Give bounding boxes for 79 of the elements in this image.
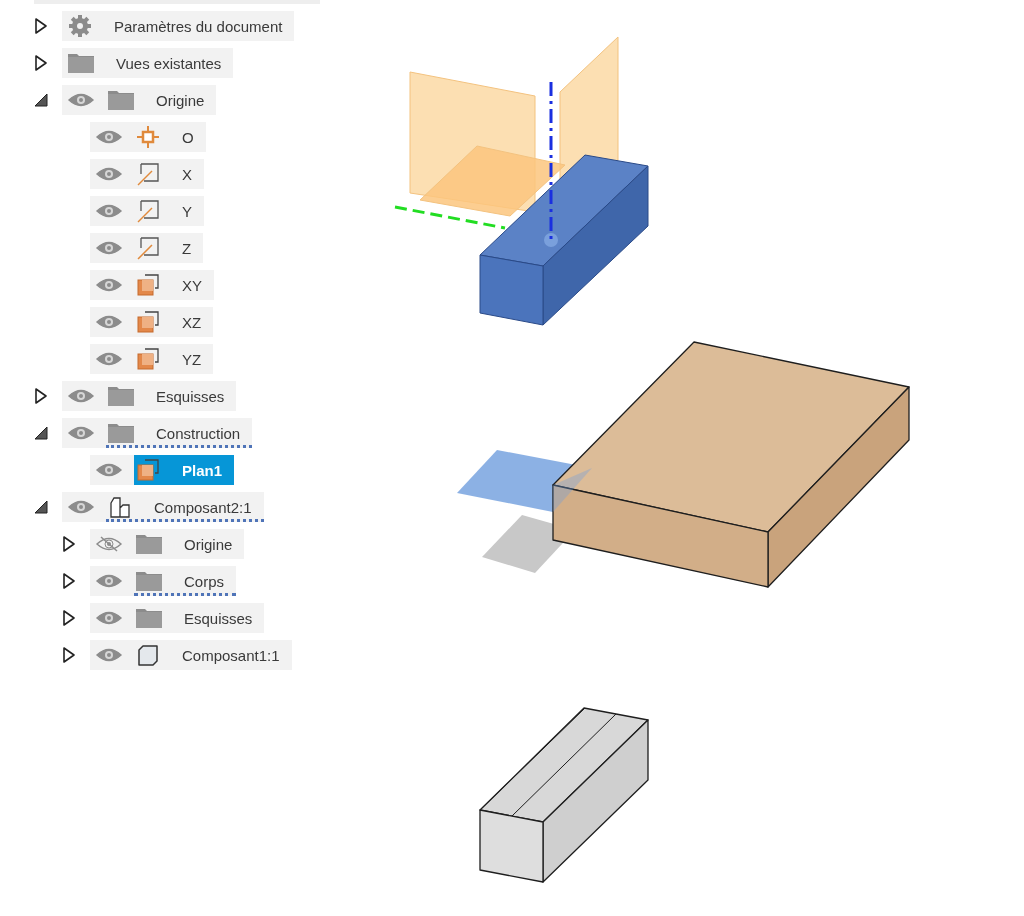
- item-label: Z: [182, 239, 192, 257]
- expand-arrow-icon[interactable]: [62, 609, 76, 627]
- box-icon: [136, 643, 160, 667]
- item-label: Composant2:1: [154, 498, 252, 516]
- tree-item[interactable]: Composant1:1: [90, 640, 292, 670]
- tree-item[interactable]: YZ: [90, 344, 214, 374]
- item-label: Origine: [156, 91, 205, 109]
- collapse-arrow-icon[interactable]: [33, 499, 49, 515]
- tree-item[interactable]: Z: [90, 233, 204, 263]
- item-label: Construction: [156, 424, 241, 442]
- item-label: Composant1:1: [182, 646, 280, 664]
- item-label: O: [182, 128, 194, 146]
- tree-item[interactable]: XY: [90, 270, 214, 300]
- item-label: YZ: [182, 350, 202, 368]
- gear-icon: [68, 14, 92, 38]
- item-label: XZ: [182, 313, 202, 331]
- eye-icon[interactable]: [68, 92, 94, 108]
- tree-item[interactable]: XZ: [90, 307, 214, 337]
- eye-crossed-icon[interactable]: [96, 536, 122, 552]
- expand-arrow-icon[interactable]: [34, 54, 48, 72]
- axis-icon: [136, 199, 160, 223]
- eye-icon[interactable]: [68, 388, 94, 404]
- tree-item[interactable]: O: [90, 122, 206, 152]
- eye-icon[interactable]: [96, 166, 122, 182]
- eye-icon[interactable]: [68, 499, 94, 515]
- eye-icon[interactable]: [96, 129, 122, 145]
- folder-icon: [68, 53, 94, 73]
- tree-item[interactable]: X: [90, 159, 204, 189]
- tree-item[interactable]: Origine: [90, 529, 245, 559]
- tree-item[interactable]: Composant2:1: [62, 492, 264, 522]
- item-label: Origine: [184, 535, 233, 553]
- tree-item[interactable]: Corps: [90, 566, 236, 596]
- expand-arrow-icon[interactable]: [34, 17, 48, 35]
- item-label: X: [182, 165, 192, 183]
- tree-item[interactable]: Vues existantes: [62, 48, 234, 78]
- item-label: Vues existantes: [116, 54, 222, 72]
- item-label: Esquisses: [184, 609, 253, 627]
- item-label: XY: [182, 276, 202, 294]
- folder-icon: [136, 534, 162, 554]
- eye-icon[interactable]: [96, 647, 122, 663]
- plane-icon: [136, 273, 160, 297]
- eye-icon[interactable]: [96, 277, 122, 293]
- eye-icon[interactable]: [96, 351, 122, 367]
- eye-icon[interactable]: [68, 425, 94, 441]
- collapse-arrow-icon[interactable]: [33, 92, 49, 108]
- item-label: Y: [182, 202, 192, 220]
- expand-arrow-icon[interactable]: [62, 646, 76, 664]
- tree-item[interactable]: Esquisses: [62, 381, 237, 411]
- expand-arrow-icon[interactable]: [62, 535, 76, 553]
- eye-icon[interactable]: [96, 240, 122, 256]
- expand-arrow-icon[interactable]: [62, 572, 76, 590]
- expand-arrow-icon[interactable]: [34, 387, 48, 405]
- item-label: Paramètres du document: [114, 17, 283, 35]
- tree-item[interactable]: Paramètres du document: [62, 11, 295, 41]
- tree-item[interactable]: Y: [90, 196, 204, 226]
- folder-icon: [108, 90, 134, 110]
- folder-icon: [136, 571, 162, 591]
- origin-point-icon: [136, 125, 160, 149]
- item-label: Esquisses: [156, 387, 225, 405]
- tree-item[interactable]: Construction: [62, 418, 253, 448]
- eye-icon[interactable]: [96, 610, 122, 626]
- eye-icon[interactable]: [96, 573, 122, 589]
- item-label: Plan1: [182, 461, 223, 479]
- plane-icon: [136, 458, 160, 482]
- axis-icon: [136, 236, 160, 260]
- plane-icon: [136, 347, 160, 371]
- eye-icon[interactable]: [96, 462, 122, 478]
- collapse-arrow-icon[interactable]: [33, 425, 49, 441]
- tree-item[interactable]: Origine: [62, 85, 217, 115]
- folder-icon: [108, 386, 134, 406]
- folder-icon: [108, 423, 134, 443]
- folder-icon: [136, 608, 162, 628]
- item-label: Corps: [184, 572, 224, 590]
- component-icon: [108, 495, 132, 519]
- axis-icon: [136, 162, 160, 186]
- plane-icon: [136, 310, 160, 334]
- eye-icon[interactable]: [96, 203, 122, 219]
- tree-item[interactable]: Esquisses: [90, 603, 265, 633]
- eye-icon[interactable]: [96, 314, 122, 330]
